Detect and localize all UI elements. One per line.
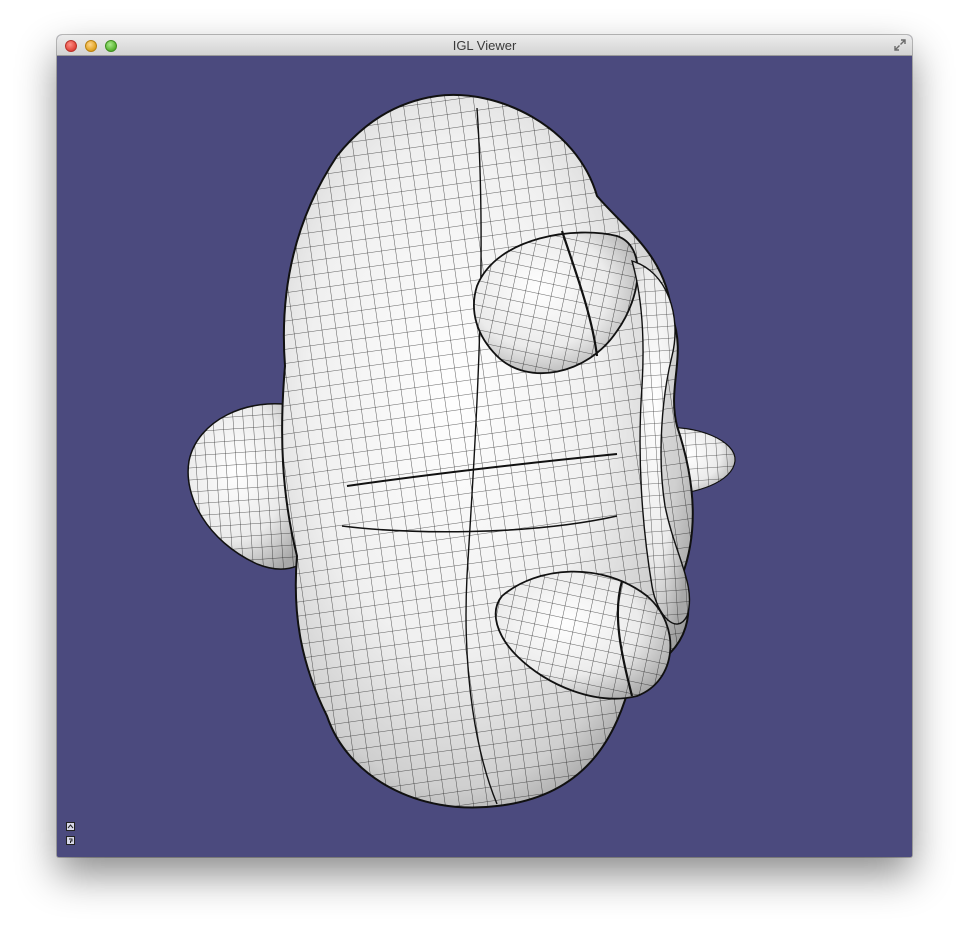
mesh-main-body [281, 94, 694, 809]
fullscreen-icon[interactable] [893, 38, 907, 52]
expand-icon[interactable] [66, 822, 75, 831]
viewer-corner-controls [66, 822, 75, 850]
settings-icon[interactable] [66, 836, 75, 845]
title-bar[interactable]: IGL Viewer [57, 35, 912, 56]
mesh-render [187, 94, 736, 809]
app-window: IGL Viewer [57, 35, 912, 857]
3d-viewport[interactable] [57, 56, 912, 857]
window-title: IGL Viewer [452, 38, 517, 53]
